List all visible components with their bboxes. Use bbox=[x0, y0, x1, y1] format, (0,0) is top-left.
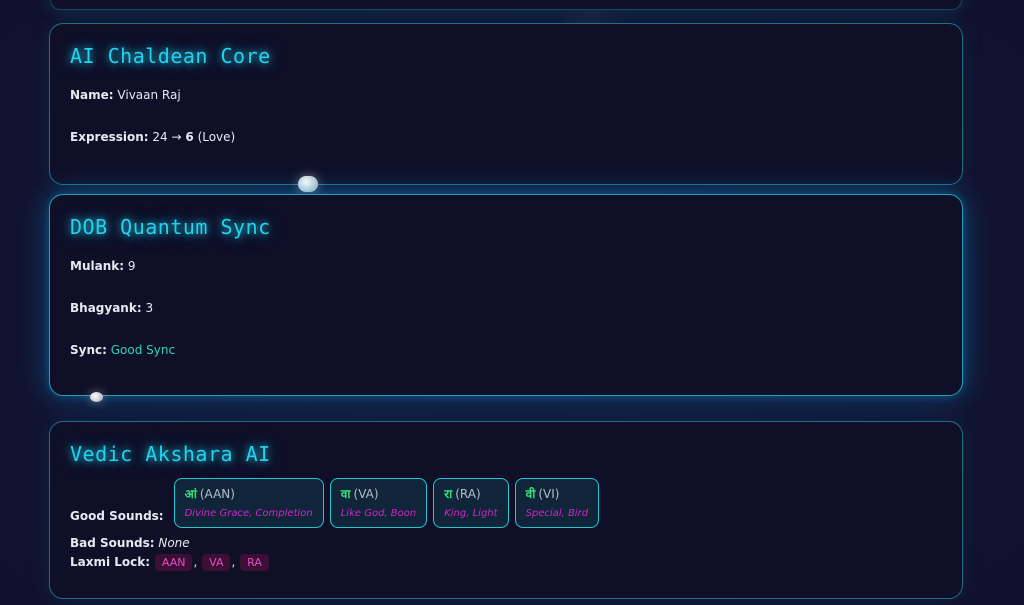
mulank-value: 9 bbox=[127, 259, 136, 273]
sound-chip: वी (VI) Special, Bird bbox=[514, 478, 600, 528]
sound-roman: (RA) bbox=[455, 487, 481, 501]
expression-meaning: (Love) bbox=[197, 130, 236, 144]
name-row: Name: Vivaan Raj bbox=[70, 88, 942, 102]
bhagyank-label: Bhagyank: bbox=[70, 301, 142, 315]
bad-sounds-row: Bad Sounds: None bbox=[70, 536, 942, 550]
mulank-row: Mulank: 9 bbox=[70, 259, 942, 273]
laxmi-pill: AAN bbox=[154, 554, 193, 571]
laxmi-lock-label: Laxmi Lock: bbox=[70, 555, 151, 569]
chaldean-card: AI Chaldean Core Name: Vivaan Raj Expres… bbox=[49, 23, 963, 185]
mulank-label: Mulank: bbox=[70, 259, 125, 273]
bad-sounds-label: Bad Sounds: bbox=[70, 536, 155, 550]
sound-devanagari: रा bbox=[444, 487, 453, 501]
name-value: Vivaan Raj bbox=[117, 88, 181, 102]
sound-devanagari: वा bbox=[340, 487, 351, 501]
sound-meaning: Divine Grace, Completion bbox=[184, 508, 313, 519]
laxmi-pill: RA bbox=[240, 554, 269, 571]
vedic-card: Vedic Akshara AI Good Sounds: आं (AAN) Di… bbox=[49, 421, 963, 599]
sound-roman: (VI) bbox=[538, 487, 560, 501]
laxmi-lock-row: Laxmi Lock: AAN, VA, RA bbox=[70, 554, 942, 571]
sound-meaning: Like God, Boon bbox=[340, 508, 417, 519]
vedic-title: Vedic Akshara AI bbox=[70, 442, 271, 466]
bhagyank-value: 3 bbox=[145, 301, 154, 315]
name-label: Name: bbox=[70, 88, 114, 102]
sound-chip: आं (AAN) Divine Grace, Completion bbox=[173, 478, 324, 528]
bhagyank-row: Bhagyank: 3 bbox=[70, 301, 942, 315]
expression-from: 24 → bbox=[152, 130, 182, 144]
sync-value: Good Sync bbox=[110, 343, 176, 357]
sound-roman: (AAN) bbox=[199, 487, 235, 501]
sound-roman: (VA) bbox=[353, 487, 379, 501]
expression-label: Expression: bbox=[70, 130, 149, 144]
sound-chip: रा (RA) King, Light bbox=[433, 478, 509, 528]
laxmi-pill: VA bbox=[202, 554, 231, 571]
good-sounds-label: Good Sounds: bbox=[70, 509, 164, 523]
page: AI Chaldean Core Name: Vivaan Raj Expres… bbox=[0, 0, 1024, 605]
expression-number: 6 bbox=[185, 130, 194, 144]
bad-sounds-value: None bbox=[158, 536, 190, 550]
floating-orb-small bbox=[90, 392, 103, 402]
floating-orb bbox=[298, 176, 318, 192]
dob-card: DOB Quantum Sync Mulank: 9 Bhagyank: 3 S… bbox=[49, 194, 963, 396]
sound-meaning: Special, Bird bbox=[525, 508, 589, 519]
previous-card-edge bbox=[50, 0, 962, 10]
good-sounds-row: Good Sounds: आं (AAN) Divine Grace, Compl… bbox=[70, 478, 942, 528]
sound-devanagari: वी bbox=[525, 487, 536, 501]
sync-row: Sync: Good Sync bbox=[70, 343, 942, 357]
sound-devanagari: आं bbox=[184, 487, 197, 501]
sound-chip: वा (VA) Like God, Boon bbox=[329, 478, 428, 528]
chaldean-title: AI Chaldean Core bbox=[70, 44, 271, 68]
dob-title: DOB Quantum Sync bbox=[70, 215, 271, 239]
expression-row: Expression: 24 → 6 (Love) bbox=[70, 130, 942, 144]
sync-label: Sync: bbox=[70, 343, 107, 357]
sound-meaning: King, Light bbox=[444, 508, 498, 519]
